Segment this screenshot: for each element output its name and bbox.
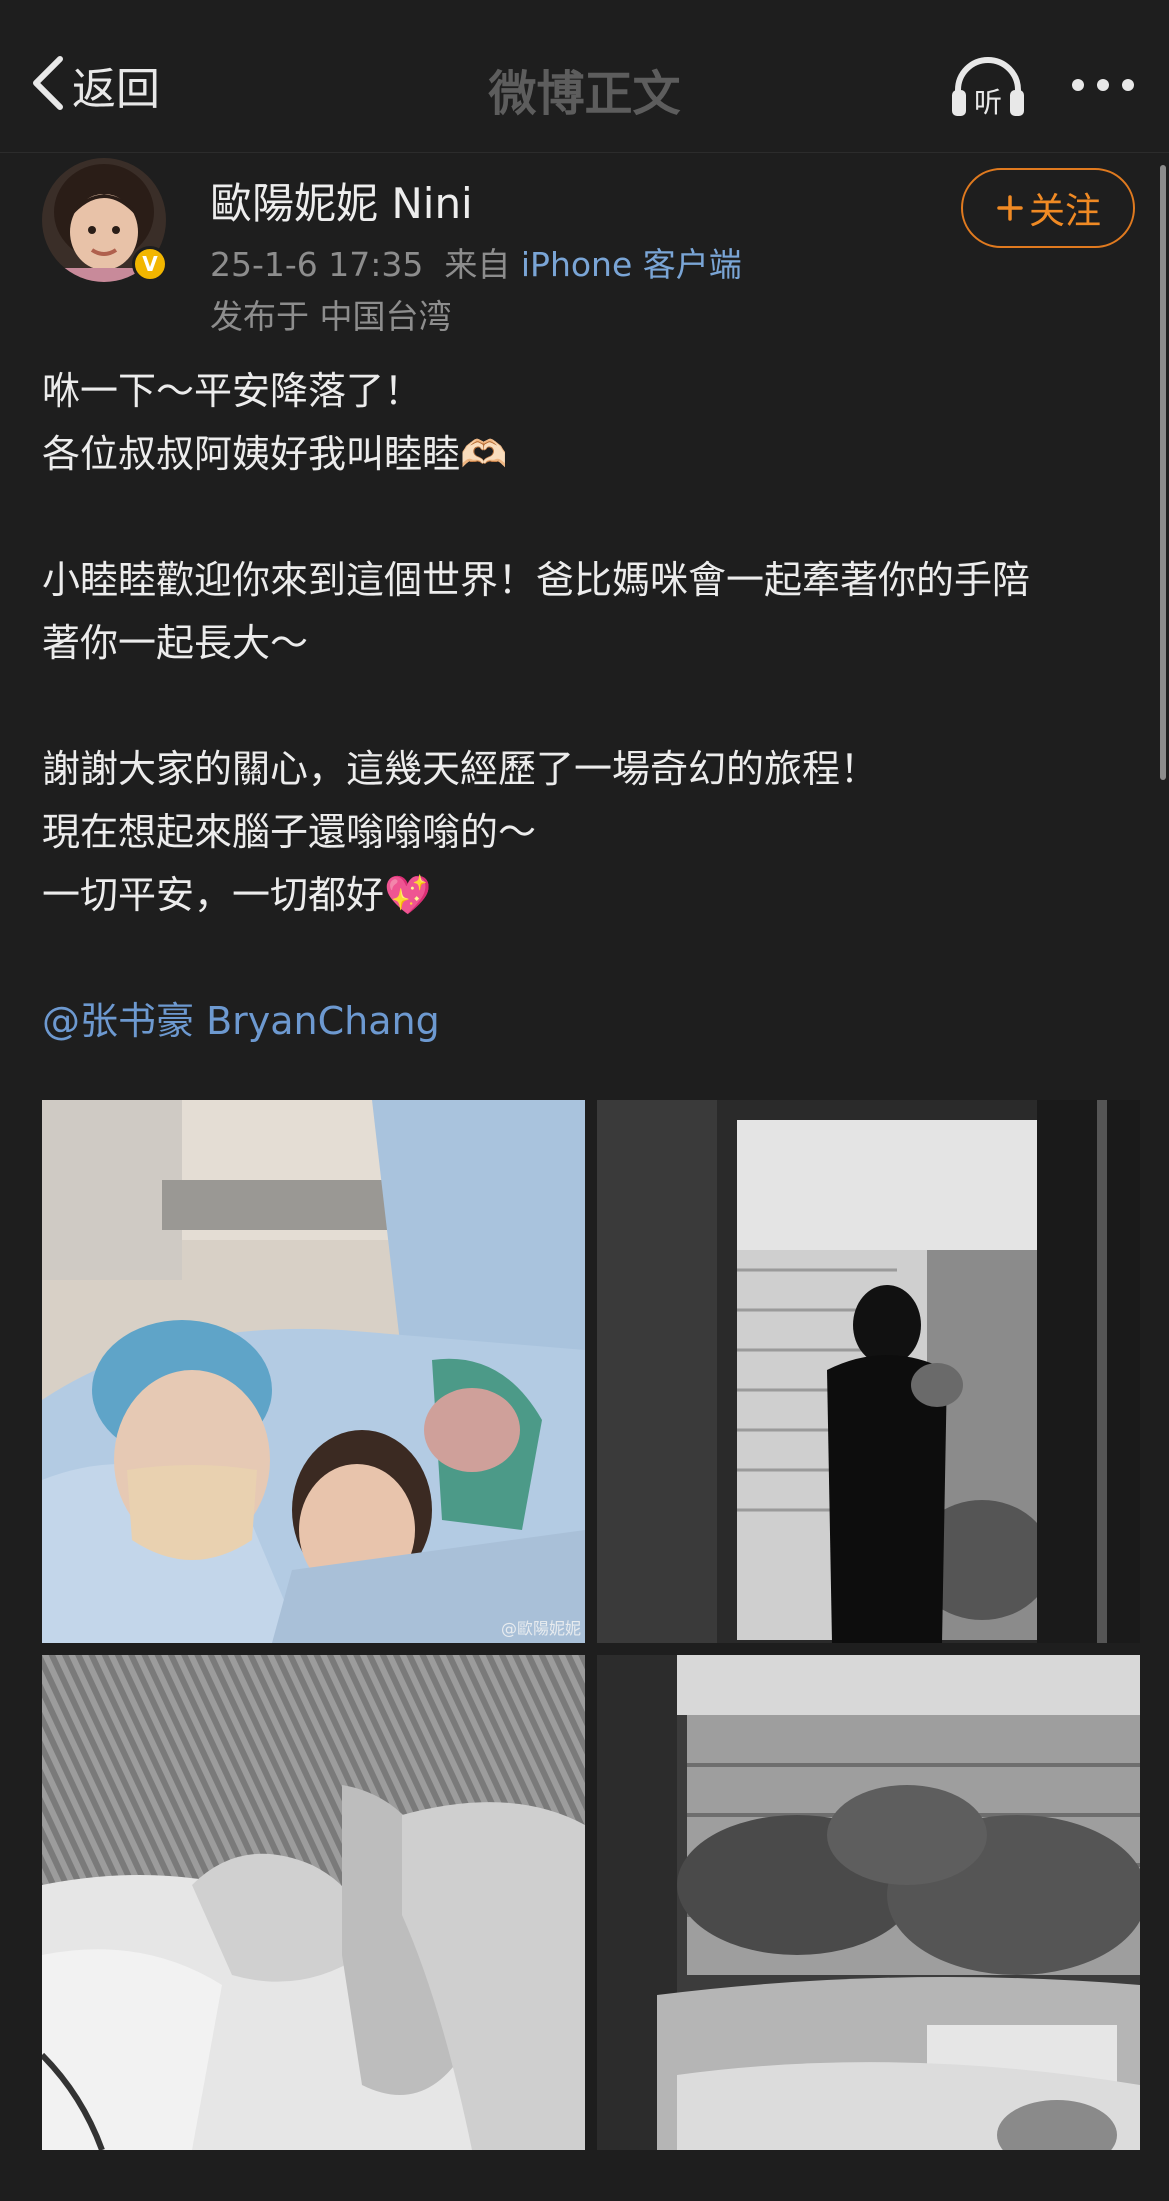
- post-source-prefix: 来自: [444, 245, 511, 284]
- follow-button[interactable]: 关注: [961, 168, 1135, 248]
- photo-illustration: [42, 1100, 585, 1643]
- mention-link[interactable]: @张书豪 BryanChang: [42, 999, 440, 1043]
- photo-illustration: [597, 1655, 1140, 2150]
- follow-label: 关注: [1028, 191, 1101, 232]
- post-line: 著你一起長大～: [42, 621, 309, 665]
- back-label: 返回: [72, 64, 160, 115]
- headphones-icon: 听: [952, 57, 1024, 119]
- chevron-left-icon: [30, 53, 66, 117]
- post-line: 一切平安，一切都好💖: [42, 873, 432, 917]
- image-watermark: @歐陽妮妮: [500, 1619, 581, 1638]
- verified-badge-icon: V: [132, 246, 168, 282]
- listen-button[interactable]: 听: [948, 52, 1028, 122]
- listen-icon-label: 听: [974, 86, 1002, 119]
- post-line: 現在想起來腦子還嗡嗡嗡的～: [42, 810, 537, 854]
- more-options-button[interactable]: [1068, 60, 1138, 110]
- post-line: [42, 675, 1132, 738]
- more-dots-icon: [1072, 79, 1134, 91]
- post-image-window[interactable]: [597, 1100, 1140, 1643]
- post-line: [42, 927, 1132, 990]
- post-line: 咻一下～平安降落了！: [42, 369, 423, 413]
- top-nav-bar: 返回 微博正文 听: [0, 0, 1169, 153]
- post-line: 小睦睦歡迎你來到這個世界！爸比媽咪會一起牽著你的手陪: [42, 558, 1031, 602]
- post-timestamp: 25-1-6 17:35: [210, 245, 424, 284]
- photo-illustration: [42, 1655, 585, 2150]
- post-line: 謝謝大家的關心，這幾天經歷了一場奇幻的旅程！: [42, 747, 879, 791]
- post-image-garden[interactable]: [597, 1655, 1140, 2150]
- post-meta: 25-1-6 17:35 来自 iPhone 客户端: [210, 238, 742, 286]
- author-name[interactable]: 歐陽妮妮 Nini: [210, 170, 473, 231]
- photo-illustration: [597, 1100, 1140, 1643]
- post-image-hands[interactable]: [42, 1655, 585, 2150]
- post-body: 咻一下～平安降落了！ 各位叔叔阿姨好我叫睦睦🫶🏻 小睦睦歡迎你來到這個世界！爸比…: [42, 360, 1132, 1053]
- back-button[interactable]: 返回: [30, 50, 160, 120]
- scrollbar[interactable]: [1160, 165, 1166, 780]
- post-source[interactable]: iPhone 客户端: [521, 245, 742, 284]
- post-line: 各位叔叔阿姨好我叫睦睦🫶🏻: [42, 432, 508, 476]
- post-location: 发布于 中国台湾: [210, 297, 452, 336]
- post-line: [42, 486, 1132, 549]
- post-image-hospital[interactable]: @歐陽妮妮: [42, 1100, 585, 1643]
- plus-icon: [997, 195, 1023, 221]
